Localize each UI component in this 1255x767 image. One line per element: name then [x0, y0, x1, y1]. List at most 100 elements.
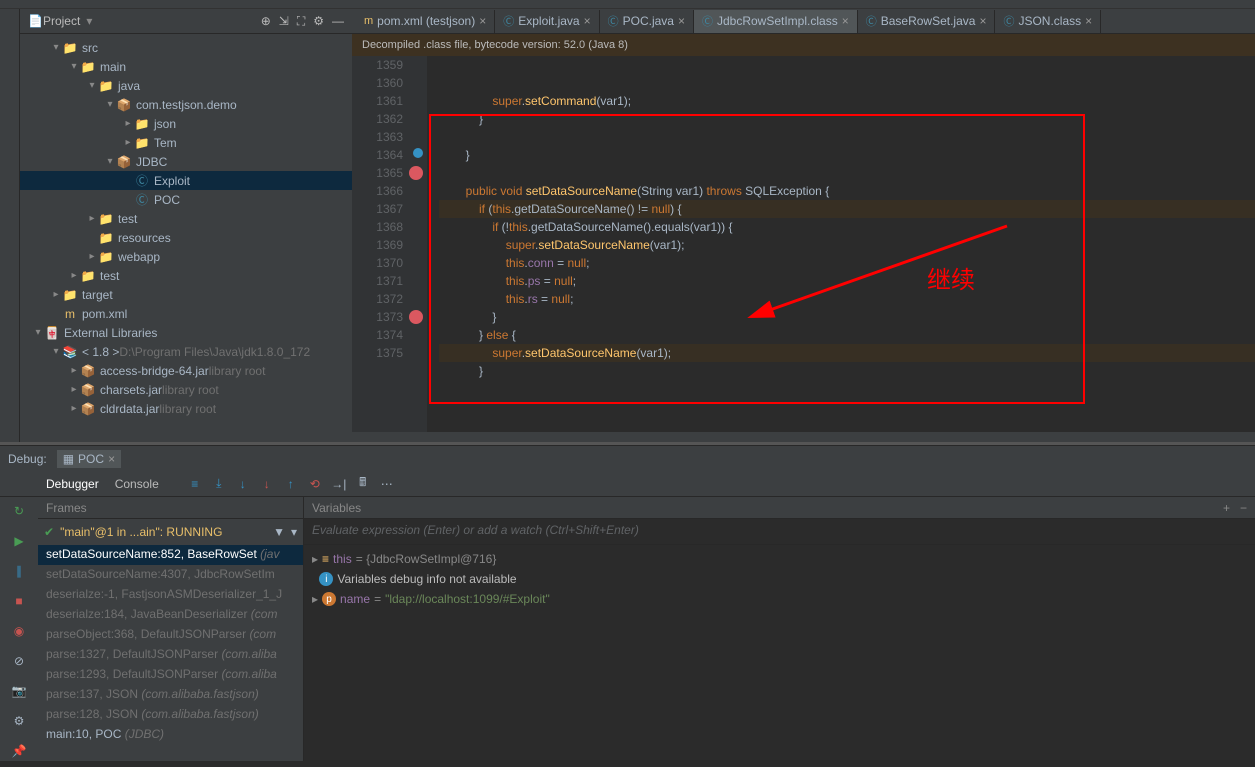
remove-watch-icon[interactable]: −: [1240, 501, 1247, 514]
tree-item[interactable]: ⒸPOC: [20, 190, 352, 209]
run-to-cursor-icon[interactable]: →|: [329, 474, 349, 494]
debug-label: Debug:: [8, 452, 47, 466]
tree-item[interactable]: ▸📁json: [20, 114, 352, 133]
tree-item[interactable]: ▸📁test: [20, 266, 352, 285]
gutter[interactable]: 1359136013611362136313641365136613671368…: [352, 56, 427, 432]
tree-item[interactable]: mpom.xml: [20, 304, 352, 323]
debug-bar: Debug: ▦ POC ×: [0, 445, 1255, 471]
app-icon: ▦: [63, 452, 74, 466]
tree-item[interactable]: ▾📦JDBC: [20, 152, 352, 171]
tree-item[interactable]: ▸📁test: [20, 209, 352, 228]
var-row[interactable]: ▸p name = "ldap://localhost:1099/#Exploi…: [312, 589, 1247, 609]
tree-item[interactable]: ▸📦cldrdata.jar library root: [20, 399, 352, 418]
more-icon[interactable]: ⋯: [377, 474, 397, 494]
code-area[interactable]: super.setCommand(var1); } } public void …: [427, 56, 1255, 432]
stop-icon[interactable]: ■: [9, 591, 29, 611]
tree-item[interactable]: ▾📦com.testjson.demo: [20, 95, 352, 114]
frame-row[interactable]: parseObject:368, DefaultJSONParser (com: [38, 625, 303, 645]
close-icon[interactable]: ×: [108, 452, 115, 466]
pause-icon[interactable]: ∥: [9, 561, 29, 581]
tree-item[interactable]: ⒸExploit: [20, 171, 352, 190]
frame-row[interactable]: main:10, POC (JDBC): [38, 725, 303, 745]
thread-selector[interactable]: ✔ "main"@1 in ...ain": RUNNING ▼ ▾: [38, 519, 303, 545]
step-down-icon[interactable]: ↓: [233, 474, 253, 494]
force-step-icon[interactable]: ↓: [257, 474, 277, 494]
tree-item[interactable]: ▸📦charsets.jar library root: [20, 380, 352, 399]
rerun-icon[interactable]: ↻: [9, 501, 29, 521]
frame-row[interactable]: deserialze:-1, FastjsonASMDeserializer_1…: [38, 585, 303, 605]
add-watch-icon[interactable]: +: [1223, 501, 1230, 514]
editor-tab[interactable]: ⒸExploit.java×: [495, 10, 599, 33]
pin-icon[interactable]: 📌: [9, 741, 29, 761]
var-row[interactable]: i Variables debug info not available: [312, 569, 1247, 589]
editor-tab[interactable]: mpom.xml (testjson)×: [356, 10, 495, 33]
tree-item[interactable]: ▾🀄External Libraries: [20, 323, 352, 342]
project-tree[interactable]: ▾📁src▾📁main▾📁java▾📦com.testjson.demo▸📁js…: [20, 34, 352, 442]
step-over-icon[interactable]: ≡: [185, 474, 205, 494]
frame-row[interactable]: deserialze:184, JavaBeanDeserializer (co…: [38, 605, 303, 625]
frame-row[interactable]: parse:137, JSON (com.alibaba.fastjson): [38, 685, 303, 705]
tree-item[interactable]: ▾📁src: [20, 38, 352, 57]
tree-item[interactable]: ▸📁webapp: [20, 247, 352, 266]
debug-toolbar: Debugger Console ≡ ⤓ ↓ ↓ ↑ ⟲ →| 🖩 ⋯: [0, 471, 1255, 497]
filter-icon[interactable]: ▼: [273, 525, 285, 539]
gear-icon[interactable]: ⚙: [313, 14, 324, 29]
editor-tab[interactable]: ⒸJSON.class×: [995, 10, 1101, 33]
project-header: 📄 Project ▾ ⊕ ⇲ ⛶ ⚙ —: [20, 9, 352, 34]
locate-icon[interactable]: ⊕: [261, 14, 271, 29]
evaluate-icon[interactable]: 🖩: [353, 474, 373, 494]
close-icon[interactable]: ×: [842, 14, 849, 28]
close-icon[interactable]: ×: [584, 14, 591, 28]
frames-list[interactable]: setDataSourceName:852, BaseRowSet (javse…: [38, 545, 303, 761]
tree-item[interactable]: ▸📁target: [20, 285, 352, 304]
frames-panel: Frames ✔ "main"@1 in ...ain": RUNNING ▼ …: [38, 497, 304, 761]
editor-tab[interactable]: ⒸPOC.java×: [600, 10, 694, 33]
step-out-icon[interactable]: ↑: [281, 474, 301, 494]
frame-row[interactable]: parse:128, JSON (com.alibaba.fastjson): [38, 705, 303, 725]
drop-frame-icon[interactable]: ⟲: [305, 474, 325, 494]
tree-item[interactable]: ▾📚< 1.8 > D:\Program Files\Java\jdk1.8.0…: [20, 342, 352, 361]
close-icon[interactable]: ×: [479, 14, 486, 28]
decompile-banner: Decompiled .class file, bytecode version…: [352, 34, 1255, 56]
frames-title: Frames: [38, 497, 303, 519]
annotation-text: 继续: [927, 272, 975, 290]
console-tab[interactable]: Console: [109, 473, 165, 495]
frame-row[interactable]: parse:1293, DefaultJSONParser (com.aliba: [38, 665, 303, 685]
step-into-icon[interactable]: ⤓: [209, 474, 229, 494]
h-scrollbar[interactable]: [352, 432, 1255, 442]
editor-tabs[interactable]: mpom.xml (testjson)×ⒸExploit.java×ⒸPOC.j…: [352, 9, 1255, 34]
debugger-tab[interactable]: Debugger: [40, 473, 105, 495]
var-hint[interactable]: Evaluate expression (Enter) or add a wat…: [304, 519, 1255, 545]
debug-side-toolbar: ↻ ▶ ∥ ■ ◉ ⊘ 📷 ⚙ 📌: [0, 497, 38, 761]
vars-title: Variables: [312, 501, 361, 514]
tree-item[interactable]: ▸📦access-bridge-64.jar library root: [20, 361, 352, 380]
tree-item[interactable]: 📁resources: [20, 228, 352, 247]
camera-icon[interactable]: 📷: [9, 681, 29, 701]
project-title: Project: [43, 14, 80, 28]
dropdown-icon[interactable]: ▾: [291, 525, 297, 539]
close-icon[interactable]: ×: [979, 14, 986, 28]
editor-tab[interactable]: ⒸJdbcRowSetImpl.class×: [694, 10, 858, 33]
settings-icon[interactable]: ⚙: [9, 711, 29, 731]
view-bp-icon[interactable]: ◉: [9, 621, 29, 641]
close-icon[interactable]: ×: [1085, 14, 1092, 28]
collapse-icon[interactable]: ⇲: [279, 14, 289, 29]
check-icon: ✔: [44, 525, 54, 539]
frame-row[interactable]: setDataSourceName:4307, JdbcRowSetIm: [38, 565, 303, 585]
frame-row[interactable]: parse:1327, DefaultJSONParser (com.aliba: [38, 645, 303, 665]
tree-item[interactable]: ▾📁main: [20, 57, 352, 76]
project-sidebar: 📄 Project ▾ ⊕ ⇲ ⛶ ⚙ — ▾📁src▾📁main▾📁java▾…: [20, 9, 352, 442]
var-row[interactable]: ▸≡ this = {JdbcRowSetImpl@716}: [312, 549, 1247, 569]
editor-tab[interactable]: ⒸBaseRowSet.java×: [858, 10, 996, 33]
hide-icon[interactable]: —: [332, 14, 344, 29]
tree-item[interactable]: ▸📁Tem: [20, 133, 352, 152]
frame-row[interactable]: setDataSourceName:852, BaseRowSet (jav: [38, 545, 303, 565]
variables-tree[interactable]: ▸≡ this = {JdbcRowSetImpl@716} i Variabl…: [304, 545, 1255, 761]
expand-icon[interactable]: ⛶: [297, 14, 305, 29]
left-stripe: [0, 9, 20, 442]
close-icon[interactable]: ×: [678, 14, 685, 28]
debug-tab-poc[interactable]: ▦ POC ×: [57, 450, 121, 468]
tree-item[interactable]: ▾📁java: [20, 76, 352, 95]
resume-icon[interactable]: ▶: [9, 531, 29, 551]
mute-bp-icon[interactable]: ⊘: [9, 651, 29, 671]
